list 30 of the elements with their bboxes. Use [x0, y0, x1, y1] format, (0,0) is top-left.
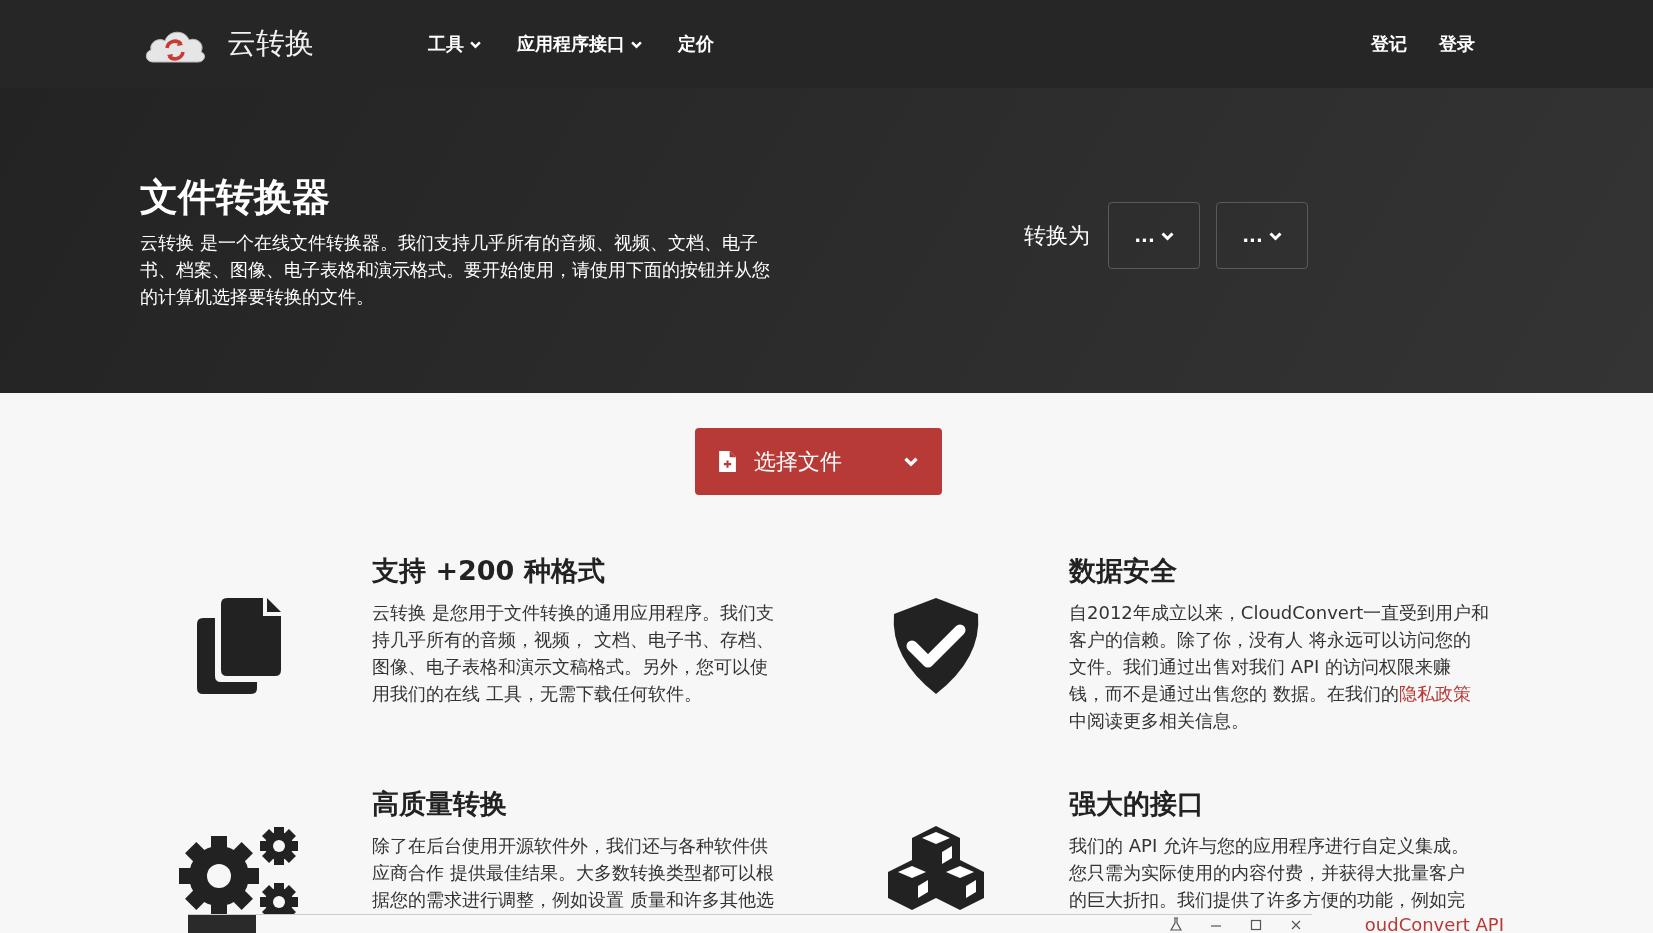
feature-description: 云转换 是您用于文件转换的通用应用程序。我们支 持几乎所有的音频，视频， 文档、电子书、存档、 图像、电子表格和演示文稿格式。另外，您可以使 用我们的在线 工具，无需下载任何软件。: [372, 601, 775, 706]
feature-description: 自2012年成立以来，CloudConvert一直受到用户和 客户的信赖。除了你，没有人 将永远可以访问您的 文件。我们通过出售对我们 API 的访问权限来赚 钱，而不是通过出售您的 数据。在我们的隐私政策 中阅读更多相关信息。: [1069, 601, 1491, 733]
feature-description: 除了在后台使用开源软件外，我们还与各种软件供 应商合作 提供最佳结果。大多数转换类型都可以根 据您的需求进行调整，例如设置 质量和许多其他选: [372, 834, 775, 912]
feature-title: 高质量转换: [372, 787, 508, 821]
privacy-link[interactable]: 隐私政策: [1398, 683, 1471, 704]
intro-text: 云转换 是一个在线文件转换器。我们支持几乎所有的音频、视频、文档、电子书、档案、图像、电子表格和演示格式。要开始使用，请使用下面的按钮并从您的计算机选择要转换的文件。: [140, 230, 771, 309]
nav-menu-item[interactable]: 工具: [428, 32, 481, 56]
convert-label: 转换为: [1024, 221, 1090, 250]
feature-description: 我们的 API 允许与您的应用程序进行自定义集成。 您只需为实际使用的内容付费，并获得大批量客户 的巨大折扣。我们提供了许多方便的功能，例如完: [1069, 834, 1470, 912]
chevron-down-icon: [1268, 230, 1282, 241]
format-select[interactable]: ...: [1216, 202, 1308, 269]
account-link[interactable]: 登录: [1439, 32, 1475, 56]
format-select[interactable]: ...: [1108, 202, 1200, 269]
feature-title: 支持 +200 种格式: [372, 554, 606, 588]
api-link[interactable]: oudConvert API: [1364, 914, 1504, 933]
chevron-down-icon: [904, 456, 918, 467]
nav-menu-item[interactable]: 应用程序接口: [517, 32, 642, 56]
file-plus-icon: [719, 451, 736, 472]
nav-menu-item[interactable]: 定价: [678, 32, 714, 56]
feature-title: 数据安全: [1069, 554, 1178, 588]
account-link[interactable]: 登记: [1371, 32, 1407, 56]
page-title: 文件转换器: [140, 173, 331, 221]
documents-icon: [197, 598, 281, 694]
chevron-down-icon: [1160, 230, 1174, 241]
flask-icon[interactable]: [1170, 917, 1182, 931]
maximize-icon[interactable]: [1250, 917, 1262, 931]
brand-name[interactable]: 云转换: [227, 24, 314, 64]
cubes-icon: [888, 826, 984, 910]
feature-title: 强大的接口: [1069, 787, 1205, 821]
select-file-button[interactable]: 选择文件: [695, 428, 942, 495]
